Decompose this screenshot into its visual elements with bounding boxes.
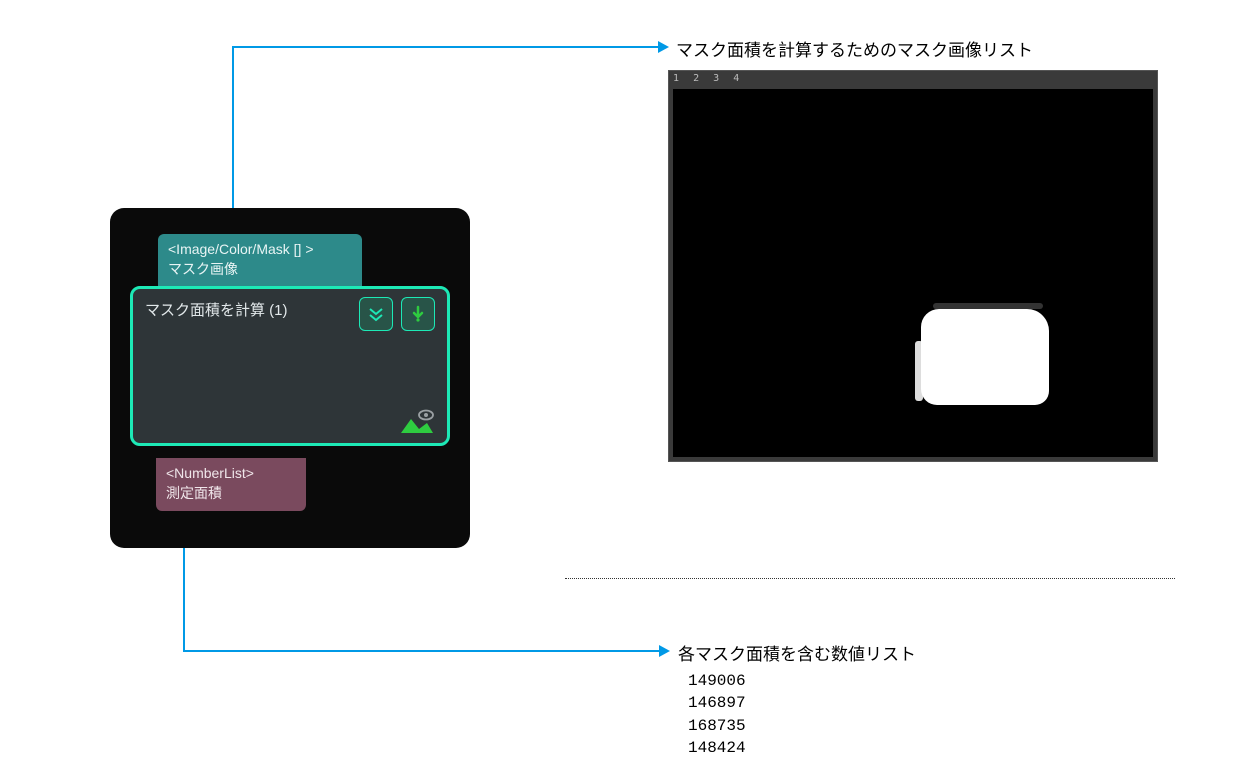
mask-preview-window: 1 2 3 4 xyxy=(668,70,1158,462)
connector-top-vertical xyxy=(232,46,234,226)
output-values-list: 149006 146897 168735 148424 xyxy=(688,670,746,760)
mask-tab[interactable]: 4 xyxy=(733,73,739,84)
node-input-label: マスク画像 xyxy=(168,260,352,280)
annotation-top-label: マスク面積を計算するためのマスク画像リスト xyxy=(676,36,1033,61)
node-input-type: <Image/Color/Mask [] > xyxy=(168,240,352,260)
node-panel: <Image/Color/Mask [] > マスク画像 マスク面積を計算 (1… xyxy=(110,208,470,548)
mask-tab[interactable]: 1 xyxy=(673,73,679,84)
diagram-canvas: マスク面積を計算するためのマスク画像リスト <Image/Color/Mask … xyxy=(0,0,1238,776)
output-value: 168735 xyxy=(688,715,746,737)
mask-blob xyxy=(921,309,1049,405)
expand-button[interactable] xyxy=(359,297,393,331)
output-value: 148424 xyxy=(688,737,746,759)
mask-tabs: 1 2 3 4 xyxy=(673,73,747,84)
mask-tab[interactable]: 3 xyxy=(713,73,719,84)
output-value: 149006 xyxy=(688,670,746,692)
connector-bottom-horizontal xyxy=(183,650,659,652)
download-arrow-icon xyxy=(409,305,427,323)
node-output-label: 測定面積 xyxy=(166,484,296,504)
mask-blob-shadow xyxy=(933,303,1043,309)
connector-bottom-vertical xyxy=(183,534,185,650)
mask-view xyxy=(673,89,1153,457)
node-input-chip[interactable]: <Image/Color/Mask [] > マスク画像 xyxy=(158,234,362,287)
connector-top-horizontal xyxy=(232,46,658,48)
node-output-type: <NumberList> xyxy=(166,464,296,484)
connector-top-arrow xyxy=(658,41,669,53)
connector-bottom-arrow xyxy=(659,645,670,657)
node-body[interactable]: マスク面積を計算 (1) xyxy=(130,286,450,446)
mask-tab[interactable]: 2 xyxy=(693,73,699,84)
download-button[interactable] xyxy=(401,297,435,331)
chevron-double-down-icon xyxy=(367,305,385,323)
image-preview-icon[interactable] xyxy=(399,407,435,435)
annotation-bottom-label: 各マスク面積を含む数値リスト xyxy=(678,640,916,665)
node-output-chip[interactable]: <NumberList> 測定面積 xyxy=(156,458,306,511)
separator-dotted xyxy=(565,578,1175,579)
output-value: 146897 xyxy=(688,692,746,714)
